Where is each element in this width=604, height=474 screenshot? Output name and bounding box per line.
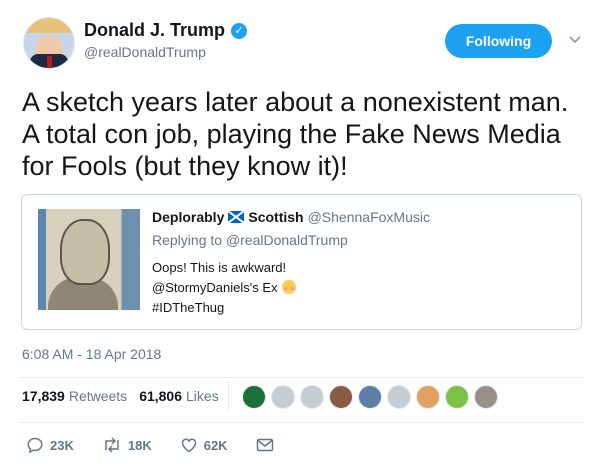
retweets-count[interactable]: 17,839: [22, 388, 65, 404]
flushed-face-icon: [281, 280, 296, 294]
reply-count: 23K: [50, 437, 74, 453]
quoted-line-3: #IDTheThug: [152, 300, 225, 315]
retweet-icon: [105, 437, 119, 453]
liker-avatar[interactable]: [329, 385, 353, 409]
liker-avatar[interactable]: [271, 385, 295, 409]
liker-avatar[interactable]: [300, 385, 324, 409]
liker-avatar[interactable]: [242, 385, 266, 409]
author-handle[interactable]: @realDonaldTrump: [84, 44, 206, 60]
verified-badge-icon: ✓: [231, 22, 248, 39]
quoted-reply-line: Replying to @realDonaldTrump: [152, 232, 572, 248]
chevron-down-icon[interactable]: [568, 32, 582, 46]
author-avatar[interactable]: [23, 17, 75, 69]
tweet-header: Donald J. Trump ✓ @realDonaldTrump Follo…: [20, 14, 584, 74]
quoted-tweet-text: Oops! This is awkward! @StormyDaniels's …: [152, 258, 572, 318]
liker-avatar[interactable]: [358, 385, 382, 409]
reply-action[interactable]: 23K: [26, 436, 74, 454]
tweet-actions: 23K 18K 62K: [26, 436, 302, 454]
liker-avatar[interactable]: [387, 385, 411, 409]
following-button[interactable]: Following: [445, 24, 552, 58]
quoted-tweet-image[interactable]: [38, 209, 140, 310]
quoted-author-name-part1: Deplorably: [152, 209, 225, 225]
envelope-icon: [256, 438, 273, 452]
reply-mention: @realDonaldTrump: [225, 232, 348, 248]
retweet-count: 18K: [127, 437, 152, 453]
likes-label[interactable]: Likes: [186, 388, 219, 404]
liker-avatar[interactable]: [445, 385, 469, 409]
liker-avatar[interactable]: [416, 385, 440, 409]
liker-avatars: [242, 385, 498, 409]
scotland-flag-icon: [228, 211, 245, 223]
sketch-face: [60, 219, 110, 285]
liker-avatar[interactable]: [474, 385, 498, 409]
retweet-action[interactable]: 18K: [102, 436, 152, 454]
quoted-author-name-part2: Scottish: [248, 209, 304, 225]
quoted-tweet-body: Deplorably Scottish @ShennaFoxMusic Repl…: [152, 209, 572, 318]
quoted-line-2-row: @StormyDaniels's Ex: [152, 278, 572, 298]
quoted-author-handle: @ShennaFoxMusic: [307, 209, 430, 225]
quoted-tweet[interactable]: Deplorably Scottish @ShennaFoxMusic Repl…: [21, 194, 582, 330]
tweet-stats: 17,839 Retweets 61,806 Likes: [22, 388, 219, 404]
author-display-name[interactable]: Donald J. Trump: [84, 20, 225, 41]
tweet-timestamp[interactable]: 6:08 AM - 18 Apr 2018: [22, 346, 161, 362]
quoted-line-1: Oops! This is awkward!: [152, 260, 287, 275]
tweet-text: A sketch years later about a nonexistent…: [22, 87, 569, 181]
heart-icon: [181, 438, 196, 453]
quoted-line-2: @StormyDaniels's Ex: [152, 280, 278, 295]
likes-count[interactable]: 61,806: [139, 388, 182, 404]
reply-prefix: Replying to: [152, 232, 223, 248]
divider-bottom: [20, 422, 584, 423]
author-name-row: Donald J. Trump ✓: [84, 20, 248, 41]
stats-separator: [228, 382, 229, 412]
like-action[interactable]: 62K: [180, 436, 228, 454]
divider-top: [20, 377, 584, 378]
quoted-author-row: Deplorably Scottish @ShennaFoxMusic: [152, 209, 572, 225]
retweets-label[interactable]: Retweets: [69, 388, 127, 404]
like-count: 62K: [203, 437, 228, 453]
avatar-tie: [47, 56, 52, 68]
reply-icon: [27, 437, 43, 454]
direct-message-action[interactable]: [256, 437, 274, 453]
